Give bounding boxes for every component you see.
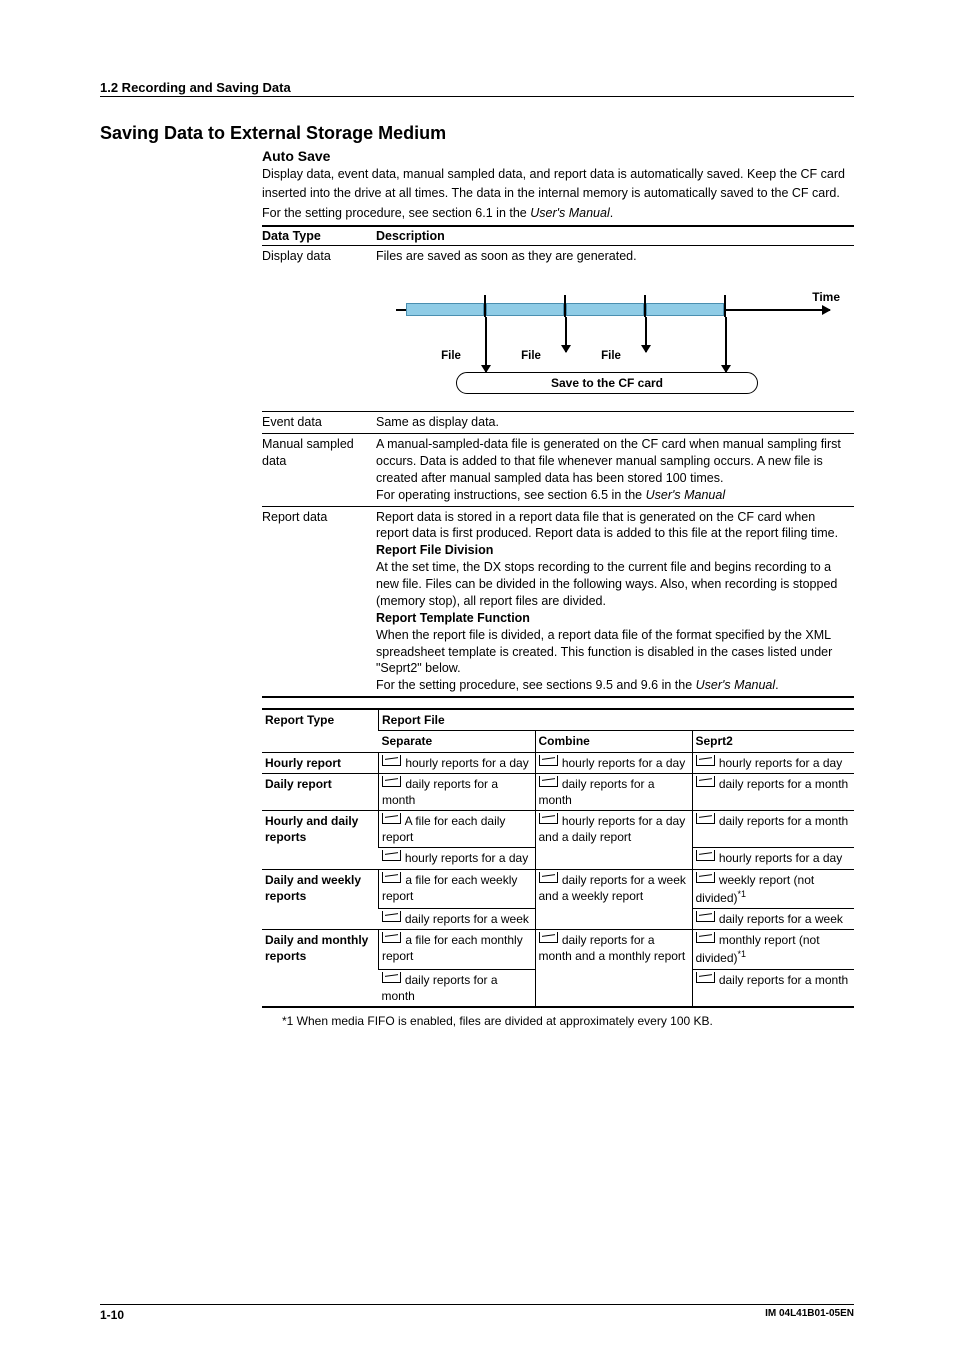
cell: weekly report (not divided)*1 [692, 869, 854, 908]
report-icon [539, 932, 558, 943]
save-bubble: Save to the CF card [456, 372, 758, 394]
save-diagram: Time File File File Save to the CF [376, 267, 850, 407]
row-event-type: Event data [262, 412, 376, 434]
cell: hourly reports for a day [535, 752, 692, 773]
cell: daily reports for a week [379, 909, 536, 930]
row-manual-p2: For operating instructions, see section … [376, 487, 850, 504]
cell: daily reports for a month and a monthly … [535, 930, 692, 1007]
report-icon [539, 776, 558, 787]
page-footer: 1-10 IM 04L41B01-05EN [100, 1304, 854, 1322]
cell: daily reports for a month [692, 969, 854, 1007]
cell: daily reports for a month [692, 773, 854, 810]
report-icon [696, 911, 715, 922]
report-type-table: Report Type Report File Separate Combine… [262, 708, 854, 1008]
time-label: Time [812, 289, 840, 305]
th-separate: Separate [379, 731, 536, 752]
cell: daily reports for a month [379, 773, 536, 810]
fn-ref: *1 [738, 949, 747, 959]
cell: hourly reports for a day [692, 752, 854, 773]
row-report-h1: Report File Division [376, 542, 850, 559]
doc-code: IM 04L41B01-05EN [765, 1308, 854, 1319]
row-report-p4: For the setting procedure, see sections … [376, 677, 850, 694]
doc-ref: User's Manual [530, 206, 610, 220]
row-report-type: Report data [262, 506, 376, 697]
cell: hourly reports for a day [692, 848, 854, 869]
report-icon [539, 813, 558, 824]
arrow-down-icon [645, 317, 647, 352]
cell: daily reports for a month [535, 773, 692, 810]
cell: hourly reports for a day [379, 848, 536, 869]
row-display-desc: Files are saved as soon as they are gene… [376, 248, 850, 265]
section-header: 1.2 Recording and Saving Data [100, 80, 854, 97]
report-icon [696, 972, 715, 983]
segment-icon [646, 303, 724, 316]
report-icon [382, 872, 401, 883]
row-report-p2: At the set time, the DX stops recording … [376, 559, 850, 610]
report-icon [382, 972, 401, 983]
report-icon [382, 755, 401, 766]
report-icon [382, 776, 401, 787]
report-icon [382, 813, 401, 824]
cell: a file for each monthly report [379, 930, 536, 969]
cell: hourly reports for a day and a daily rep… [535, 811, 692, 870]
autosave-para1: Display data, event data, manual sampled… [262, 165, 854, 203]
report-icon [539, 872, 558, 883]
th-seprt2: Seprt2 [692, 731, 854, 752]
text: . [610, 206, 613, 220]
cell: daily reports for a week and a weekly re… [535, 869, 692, 930]
cell: hourly reports for a day [379, 752, 536, 773]
report-icon [696, 776, 715, 787]
text: For the setting procedure, see section 6… [262, 206, 530, 220]
segment-icon [486, 303, 564, 316]
report-icon [539, 755, 558, 766]
row-report-p3: When the report file is divided, a repor… [376, 627, 850, 678]
data-type-table: Data TypeDescription Display data Files … [262, 225, 854, 698]
row-report-p1: Report data is stored in a report data f… [376, 509, 850, 543]
th-report-type: Report Type [262, 709, 379, 752]
row-report-h2: Report Template Function [376, 610, 850, 627]
th-combine: Combine [535, 731, 692, 752]
row-manual-type: Manual sampleddata [262, 434, 376, 507]
th-desc: Description [376, 226, 854, 246]
row-hourly-type: Hourly report [262, 752, 379, 773]
report-icon [382, 850, 401, 861]
report-icon [696, 872, 715, 883]
fn-ref: *1 [738, 889, 747, 899]
report-icon [696, 850, 715, 861]
row-display-type: Display data [262, 246, 376, 412]
autosave-para2: For the setting procedure, see section 6… [262, 204, 854, 223]
report-icon [696, 813, 715, 824]
cell: daily reports for a week [692, 909, 854, 930]
row-dw-type: Daily and weekly reports [262, 869, 379, 930]
row-event-desc: Same as display data. [376, 412, 854, 434]
th-type: Data Type [262, 226, 376, 246]
cell: daily reports for a month [692, 811, 854, 848]
report-icon [696, 932, 715, 943]
segment-icon [406, 303, 484, 316]
arrow-down-icon [485, 317, 487, 372]
row-dm-type: Daily and monthly reports [262, 930, 379, 1007]
report-icon [382, 932, 401, 943]
segment-icon [566, 303, 644, 316]
file-label: File [591, 349, 631, 365]
report-icon [696, 755, 715, 766]
footnote: *1 When media FIFO is enabled, files are… [262, 1014, 854, 1028]
row-manual-p1: A manual-sampled-data file is generated … [376, 436, 850, 487]
arrow-down-icon [725, 317, 727, 372]
main-heading: Saving Data to External Storage Medium [100, 123, 854, 144]
cell: a file for each weekly report [379, 869, 536, 908]
file-label: File [431, 349, 471, 365]
row-daily-type: Daily report [262, 773, 379, 810]
cell: monthly report (not divided)*1 [692, 930, 854, 969]
row-hd-type: Hourly and daily reports [262, 811, 379, 870]
cell: A file for each daily report [379, 811, 536, 848]
th-report-file: Report File [379, 709, 855, 731]
cell: daily reports for a month [379, 969, 536, 1007]
page-number: 1-10 [100, 1308, 124, 1322]
file-label: File [511, 349, 551, 365]
report-icon [382, 911, 401, 922]
arrow-down-icon [565, 317, 567, 352]
autosave-title: Auto Save [262, 148, 854, 164]
